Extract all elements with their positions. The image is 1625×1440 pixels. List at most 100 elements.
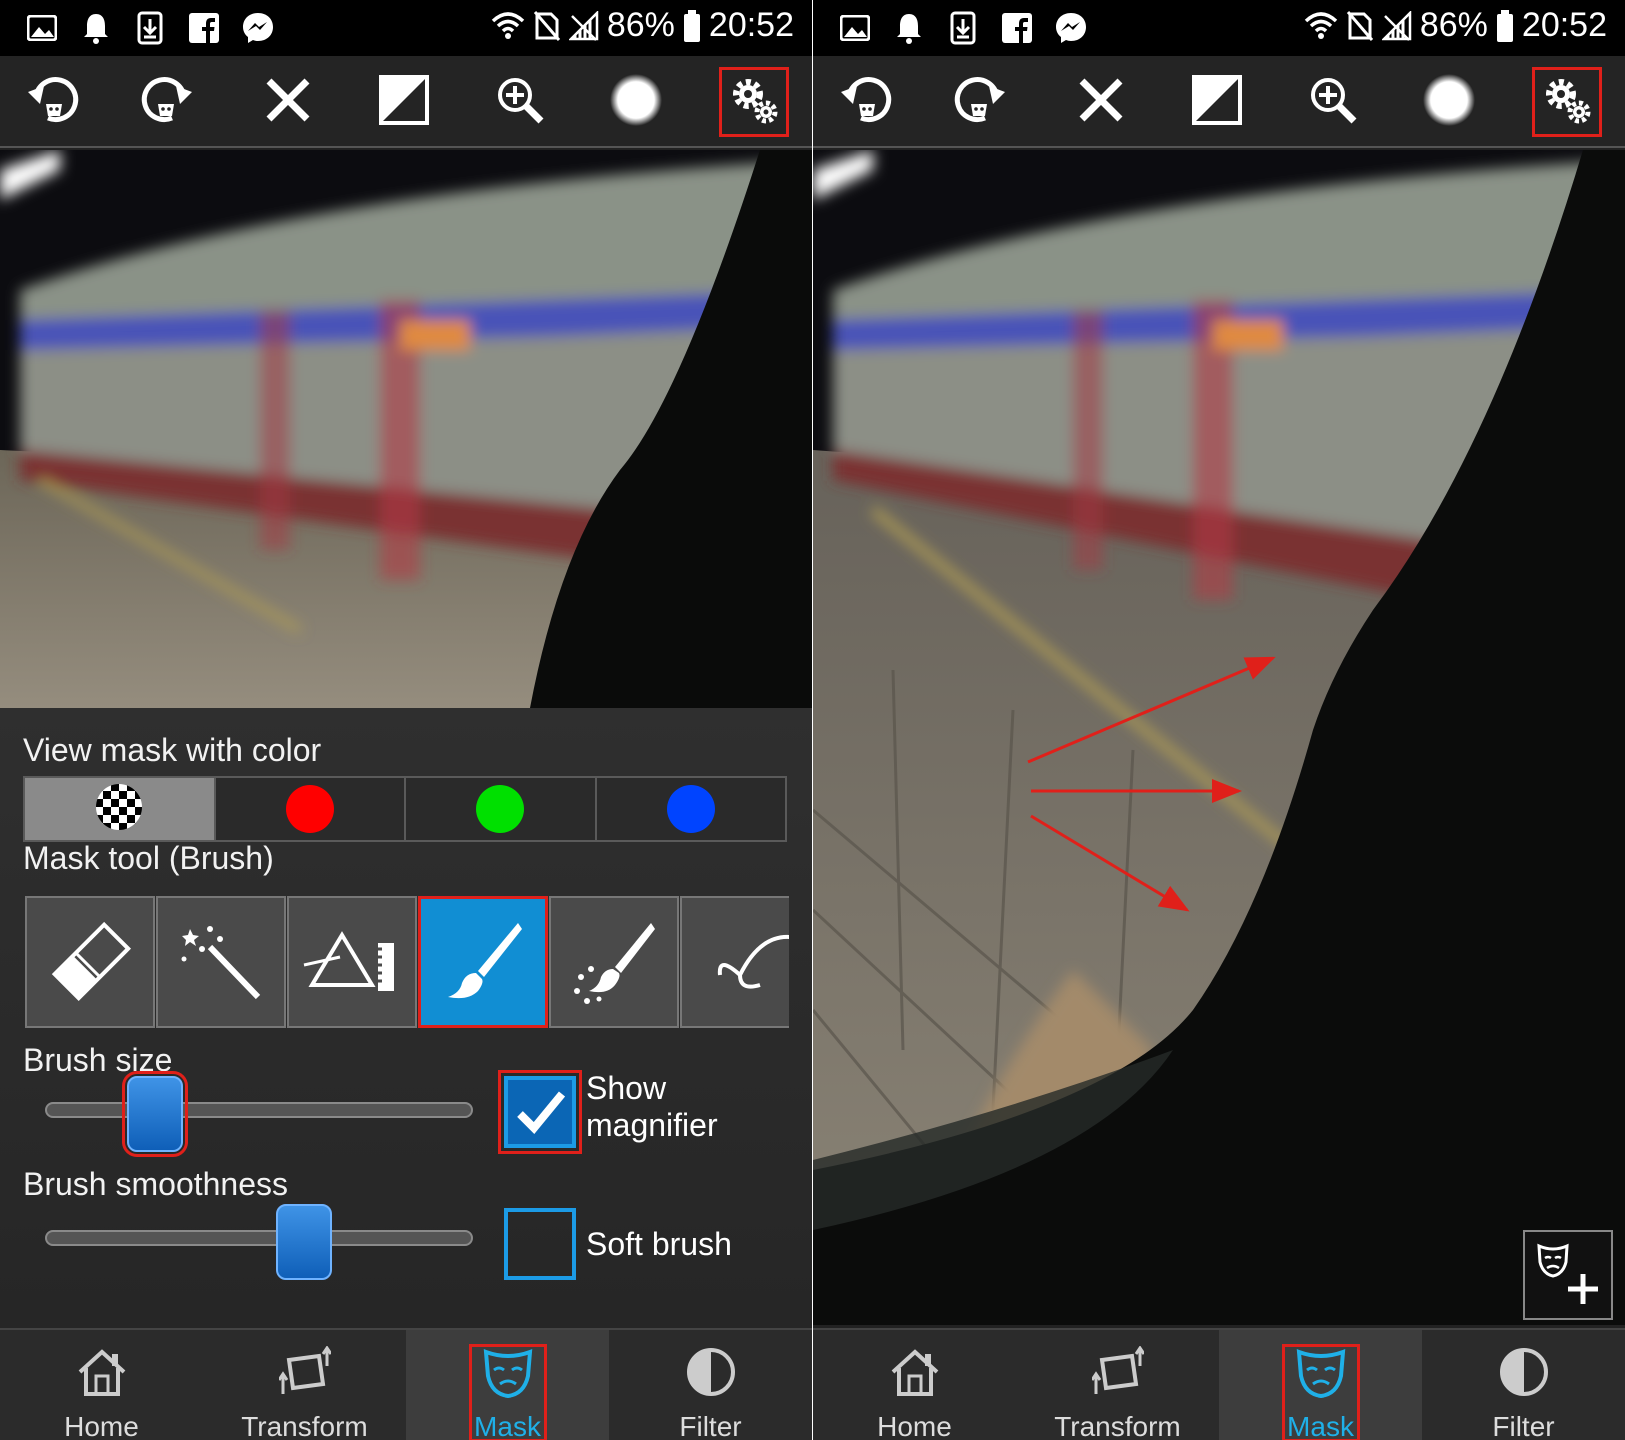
brush-smoothness-thumb[interactable] — [276, 1204, 332, 1280]
transform-icon — [1090, 1345, 1145, 1405]
eraser-tool[interactable] — [25, 896, 155, 1028]
undo-icon — [26, 72, 82, 133]
nav-filter[interactable]: Filter — [609, 1330, 812, 1440]
settings-button[interactable] — [1532, 67, 1602, 137]
nav-home[interactable]: Home — [0, 1330, 203, 1440]
nav-filter-label: Filter — [1492, 1411, 1555, 1440]
view-mask-label: View mask with color — [23, 732, 322, 768]
settings-button[interactable] — [719, 67, 789, 137]
clear-mask-button[interactable] — [1069, 70, 1133, 134]
clock: 20:52 — [1521, 6, 1607, 44]
prism-icon — [302, 915, 402, 1010]
filter-icon — [685, 1346, 737, 1405]
eraser-icon — [45, 915, 135, 1010]
no-sim-icon — [533, 10, 561, 42]
bell-icon — [889, 8, 929, 48]
clock: 20:52 — [708, 6, 794, 44]
add-mask-button[interactable] — [1523, 1230, 1613, 1320]
undo-icon — [839, 72, 895, 133]
mask-tool-label: Mask tool (Brush) — [23, 840, 274, 876]
transform-icon — [277, 1345, 332, 1405]
sparkle-brush-icon — [569, 915, 659, 1010]
checkerboard-icon — [95, 783, 143, 836]
mask-add-icon — [1533, 1238, 1603, 1313]
battery-percent: 86% — [606, 6, 675, 44]
mask-color-blue[interactable] — [596, 778, 785, 840]
nav-transform[interactable]: Transform — [1016, 1330, 1219, 1440]
status-bar: 86% 20:52 — [813, 0, 1625, 56]
settings-icon — [1539, 72, 1595, 133]
mask-color-checker[interactable] — [25, 778, 216, 840]
brush-smoothness-slider[interactable] — [45, 1230, 473, 1246]
signal-icon — [1381, 10, 1412, 41]
mask-toolbar — [813, 56, 1625, 148]
nav-home-label: Home — [877, 1411, 952, 1440]
messenger-icon — [238, 8, 278, 48]
brush-preview-button[interactable] — [1417, 70, 1481, 134]
nav-mask-highlight — [1281, 1344, 1360, 1440]
zoom-button[interactable] — [1301, 70, 1365, 134]
mask-toolbar — [0, 56, 812, 148]
clear-icon — [263, 75, 313, 130]
nav-filter-label: Filter — [679, 1411, 742, 1440]
paintbrush-icon — [438, 915, 528, 1010]
right-screenshot: 86% 20:52 Home Transform Mask Filter — [813, 0, 1625, 1440]
bell-icon — [76, 8, 116, 48]
home-icon — [76, 1346, 128, 1405]
nav-mask-highlight — [468, 1344, 547, 1440]
lasso-icon — [700, 915, 789, 1010]
zoom-button[interactable] — [488, 70, 552, 134]
wifi-icon — [1304, 11, 1338, 41]
sparkle-brush-tool[interactable] — [549, 896, 679, 1028]
brush-preview-icon — [609, 73, 663, 132]
nav-home[interactable]: Home — [813, 1330, 1016, 1440]
mask-tool-list — [23, 896, 789, 1030]
magic-wand-icon — [176, 915, 266, 1010]
brush-preview-button[interactable] — [604, 70, 668, 134]
undo-button[interactable] — [22, 70, 86, 134]
lasso-tool[interactable] — [680, 896, 789, 1028]
gradient-tool[interactable] — [287, 896, 417, 1028]
mask-color-red[interactable] — [215, 778, 406, 840]
home-icon — [889, 1346, 941, 1405]
gallery-icon — [22, 8, 62, 48]
nav-home-label: Home — [64, 1411, 139, 1440]
soft-brush-label: Soft brush — [586, 1226, 732, 1262]
clear-icon — [1076, 75, 1126, 130]
no-sim-icon — [1346, 10, 1374, 42]
mask-color-green[interactable] — [406, 778, 597, 840]
redo-button[interactable] — [134, 70, 198, 134]
brush-size-thumb[interactable] — [122, 1071, 188, 1157]
brush-size-label: Brush size — [23, 1042, 173, 1078]
show-magnifier-label: Show magnifier — [586, 1070, 718, 1144]
photo-canvas[interactable] — [0, 150, 812, 708]
nav-mask[interactable]: Mask — [1219, 1330, 1422, 1440]
nav-mask[interactable]: Mask — [406, 1330, 609, 1440]
nav-filter[interactable]: Filter — [1422, 1330, 1625, 1440]
clear-mask-button[interactable] — [256, 70, 320, 134]
soft-brush-checkbox[interactable] — [504, 1208, 576, 1280]
redo-button[interactable] — [947, 70, 1011, 134]
filter-icon — [1498, 1346, 1550, 1405]
download-icon — [943, 8, 983, 48]
photo-canvas[interactable] — [813, 150, 1625, 1325]
redo-icon — [951, 72, 1007, 133]
show-magnifier-checkbox[interactable] — [498, 1070, 582, 1154]
brush-tool[interactable] — [418, 896, 548, 1028]
invert-icon — [1191, 74, 1243, 131]
left-screenshot: 86% 20:52 View mask with color Mask tool… — [0, 0, 812, 1440]
magic-wand-tool[interactable] — [156, 896, 286, 1028]
red-dot — [285, 785, 334, 833]
undo-button[interactable] — [835, 70, 899, 134]
nav-transform[interactable]: Transform — [203, 1330, 406, 1440]
bottom-navigation: Home Transform Mask Filter — [0, 1328, 812, 1440]
facebook-icon — [184, 8, 224, 48]
brush-preview-icon — [1422, 73, 1476, 132]
checkmark-icon — [508, 1091, 572, 1148]
invert-icon — [378, 74, 430, 131]
nav-transform-label: Transform — [1054, 1411, 1181, 1440]
invert-mask-button[interactable] — [372, 70, 436, 134]
brush-size-slider[interactable] — [45, 1102, 473, 1118]
invert-mask-button[interactable] — [1185, 70, 1249, 134]
download-icon — [130, 8, 170, 48]
